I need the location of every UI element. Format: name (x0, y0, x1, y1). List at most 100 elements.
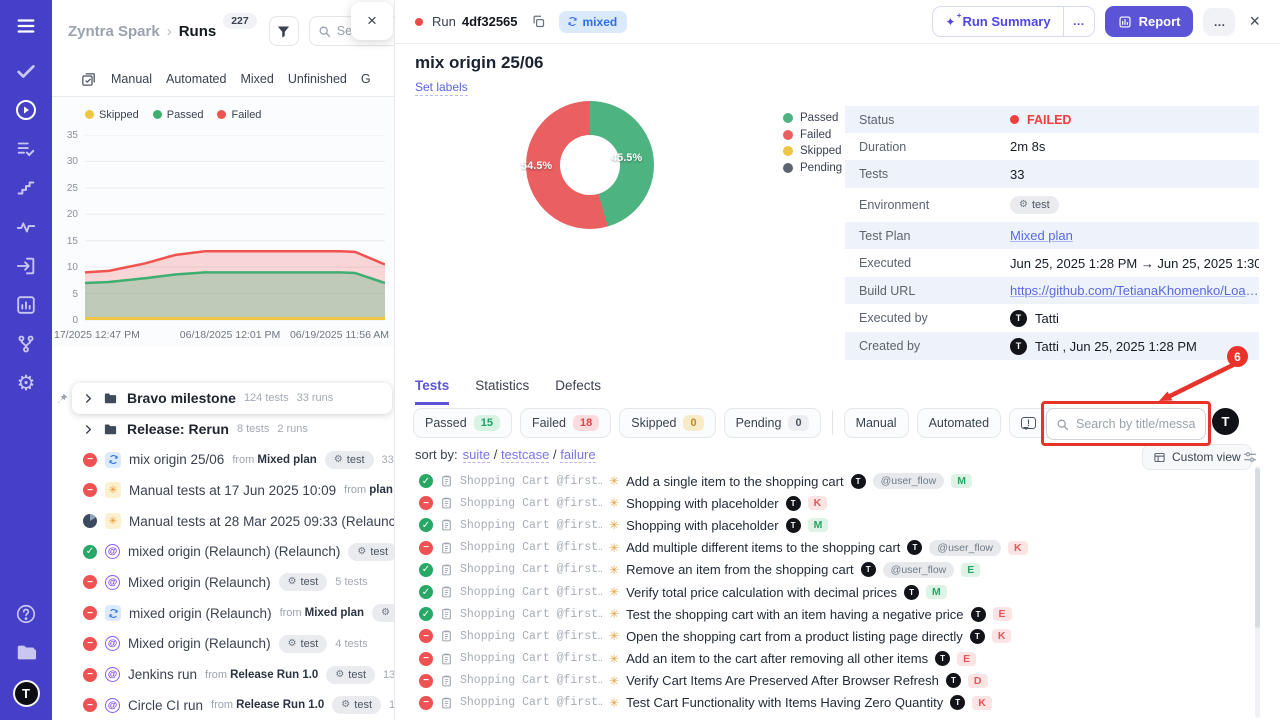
assignee-avatar[interactable]: T (904, 585, 919, 600)
assignee-avatar[interactable]: T (861, 562, 876, 577)
sidebar-milestones-icon[interactable] (14, 176, 38, 200)
run-list-item[interactable]: −mixed origin (Relaunch)from Mixed plan⚙… (52, 598, 395, 629)
run-name[interactable]: Manual tests at 17 Jun 2025 10:09 (129, 483, 336, 498)
filter-manual[interactable]: Manual (844, 408, 909, 438)
test-suite[interactable]: Shopping Cart @first… (460, 519, 602, 532)
tests-search-box[interactable] (1046, 408, 1206, 440)
test-title[interactable]: Remove an item from the shopping cart (626, 562, 854, 577)
test-suite[interactable]: Shopping Cart @first… (460, 497, 602, 510)
assignee-avatar[interactable]: T (970, 629, 985, 644)
test-suite[interactable]: Shopping Cart @first… (460, 696, 602, 709)
test-suite[interactable]: Shopping Cart @first… (460, 586, 602, 599)
run-list-item[interactable]: −mix origin 25/06from Mixed plan⚙test33 … (52, 444, 395, 475)
scrollbar[interactable] (1255, 466, 1260, 718)
test-row[interactable]: ✓Shopping Cart @first…✳Add a single item… (395, 470, 1257, 492)
sort-link-suite[interactable]: suite (463, 447, 490, 463)
panel-close-button[interactable]: × (351, 2, 393, 40)
run-summary-button[interactable]: ✦+ Run Summary (933, 7, 1062, 36)
run-name[interactable]: Mixed origin (Relaunch) (128, 636, 271, 651)
select-runs-icon[interactable] (80, 71, 97, 88)
assignee-avatar[interactable]: T (907, 540, 922, 555)
filter-failed[interactable]: Failed18 (520, 408, 611, 438)
test-title[interactable]: Add multiple different items to the shop… (626, 540, 900, 555)
test-title[interactable]: Verify total price calculation with deci… (626, 585, 897, 600)
test-letter-badge[interactable]: E (961, 563, 980, 577)
run-name[interactable]: mixed origin (Relaunch) (Relaunch) (128, 544, 340, 559)
view-settings-button[interactable] (1242, 449, 1258, 465)
report-button[interactable]: Report (1105, 6, 1194, 37)
test-letter-badge[interactable]: K (1008, 541, 1028, 555)
test-letter-badge[interactable]: E (993, 607, 1012, 621)
test-title[interactable]: Add a single item to the shopping cart (626, 474, 844, 489)
user-avatar[interactable]: T (1212, 408, 1239, 435)
sidebar-help-icon[interactable] (14, 602, 38, 626)
test-row[interactable]: −Shopping Cart @first…✳Open the shopping… (395, 625, 1257, 647)
sidebar-tests-icon[interactable] (14, 59, 38, 83)
test-suite[interactable]: Shopping Cart @first… (460, 630, 602, 643)
test-letter-badge[interactable]: K (808, 496, 828, 510)
runs-tab-mixed[interactable]: Mixed (240, 72, 273, 86)
test-letter-badge[interactable]: K (992, 629, 1012, 643)
sidebar-import-icon[interactable] (14, 254, 38, 278)
sidebar-pulse-icon[interactable] (14, 215, 38, 239)
sidebar-settings-icon[interactable]: ⚙ (14, 371, 38, 395)
test-letter-badge[interactable]: E (957, 652, 976, 666)
test-suite[interactable]: Shopping Cart @first… (460, 475, 602, 488)
test-title[interactable]: Open the shopping cart from a product li… (626, 629, 963, 644)
test-title[interactable]: Verify Cart Items Are Preserved After Br… (626, 673, 939, 688)
copy-button[interactable] (531, 14, 546, 29)
test-suite[interactable]: Shopping Cart @first… (460, 563, 602, 576)
run-list-item[interactable]: −@Jenkins runfrom Release Run 1.0⚙test13… (52, 659, 395, 690)
tab-defects[interactable]: Defects (555, 378, 601, 405)
test-letter-badge[interactable]: K (972, 696, 992, 710)
test-suite[interactable]: Shopping Cart @first… (460, 652, 602, 665)
assignee-avatar[interactable]: T (786, 518, 801, 533)
test-letter-badge[interactable]: M (926, 585, 947, 599)
run-list-item[interactable]: −@Mixed origin (Relaunch)⚙test4 tests (52, 629, 395, 660)
expand-chevron-icon[interactable] (83, 424, 94, 435)
run-list-item[interactable]: −@Circle CI runfrom Release Run 1.0⚙test… (52, 690, 395, 720)
assignee-avatar[interactable]: T (950, 695, 965, 710)
set-labels-link[interactable]: Set labels (415, 80, 468, 96)
test-row[interactable]: −Shopping Cart @first…✳Verify Cart Items… (395, 670, 1257, 692)
filter-automated[interactable]: Automated (917, 408, 1001, 438)
run-list-item[interactable]: −@Mixed origin (Relaunch)⚙test5 tests (52, 567, 395, 598)
runs-tab-g[interactable]: G (361, 72, 371, 86)
test-row[interactable]: ✓Shopping Cart @first…✳Verify total pric… (395, 581, 1257, 603)
sidebar-menu-icon[interactable] (14, 14, 38, 38)
info-link[interactable]: https://github.com/TetianaKhomenko/Load-… (1010, 283, 1259, 298)
test-row[interactable]: ✓Shopping Cart @first…✳Remove an item fr… (395, 559, 1257, 581)
run-group-name[interactable]: Bravo milestone (127, 390, 236, 406)
run-list-item[interactable]: −✳Manual tests at 17 Jun 2025 10:09from … (52, 475, 395, 506)
test-row[interactable]: −Shopping Cart @first…✳Add multiple diff… (395, 537, 1257, 559)
breadcrumb-project[interactable]: Zyntra Spark (68, 23, 160, 40)
tab-tests[interactable]: Tests (415, 378, 449, 405)
test-tag[interactable]: @user_flow (929, 540, 1001, 556)
run-group-name[interactable]: Release: Rerun (127, 421, 229, 437)
runs-tab-unfinished[interactable]: Unfinished (288, 72, 347, 86)
test-row[interactable]: −Shopping Cart @first…✳Test Cart Functio… (395, 692, 1257, 714)
test-letter-badge[interactable]: D (968, 674, 988, 688)
sidebar-runs-icon[interactable] (14, 98, 38, 122)
assignee-avatar[interactable]: T (851, 474, 866, 489)
run-summary-more-button[interactable]: … (1063, 7, 1094, 36)
runs-tab-automated[interactable]: Automated (166, 72, 226, 86)
test-row[interactable]: ✓Shopping Cart @first…✳Shopping with pla… (395, 514, 1257, 536)
run-name[interactable]: Jenkins run (128, 667, 197, 682)
info-link[interactable]: Mixed plan (1010, 228, 1073, 243)
sidebar-projects-icon[interactable] (14, 641, 38, 665)
run-list-item[interactable]: ✓@mixed origin (Relaunch) (Relaunch)⚙tes… (52, 536, 395, 567)
test-row[interactable]: ✓Shopping Cart @first…✳Test the shopping… (395, 603, 1257, 625)
test-tag[interactable]: @user_flow (873, 473, 945, 489)
run-name[interactable]: mixed origin (Relaunch) (129, 606, 272, 621)
test-letter-badge[interactable]: M (951, 474, 972, 488)
filter-skipped[interactable]: Skipped0 (619, 408, 715, 438)
run-name[interactable]: Manual tests at 28 Mar 2025 09:33 (Relau… (129, 514, 395, 529)
runs-tab-manual[interactable]: Manual (111, 72, 152, 86)
scrollbar-thumb[interactable] (1255, 468, 1260, 628)
sidebar-branches-icon[interactable] (14, 332, 38, 356)
sort-link-testcase[interactable]: testcase (501, 447, 549, 463)
filter-passed[interactable]: Passed15 (413, 408, 512, 438)
run-name[interactable]: mix origin 25/06 (129, 452, 224, 467)
test-letter-badge[interactable]: M (808, 518, 829, 532)
